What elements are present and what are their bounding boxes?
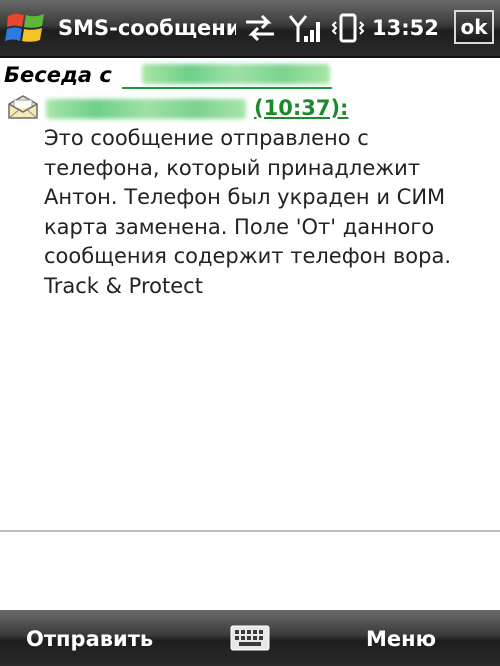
sync-icon[interactable] [242,12,278,44]
softkey-bar: Отправить Меню [0,610,500,666]
message-body: Это сообщение отправлено с телефона, кот… [44,126,452,298]
conversation-label: Беседа с [4,63,112,87]
vibrate-icon[interactable] [330,12,366,44]
menu-softkey[interactable]: Меню [366,624,436,654]
contact-underline [122,87,332,89]
contact-redacted[interactable] [142,64,330,84]
clock[interactable]: 13:52 [372,12,444,44]
title-bar: SMS-сообщения 13:52 ok [0,0,500,58]
conversation-header: Беседа с [4,62,494,90]
message-time[interactable]: (10:37): [254,94,348,122]
send-softkey[interactable]: Отправить [26,624,153,654]
envelope-icon [8,95,38,119]
sender-redacted[interactable] [46,99,246,119]
keyboard-icon[interactable] [230,624,270,652]
window-title: SMS-сообщения [58,16,236,40]
compose-input[interactable] [0,532,500,610]
ok-button[interactable]: ok [454,10,494,44]
windows-start-icon[interactable] [4,6,48,50]
signal-icon[interactable] [288,12,324,44]
